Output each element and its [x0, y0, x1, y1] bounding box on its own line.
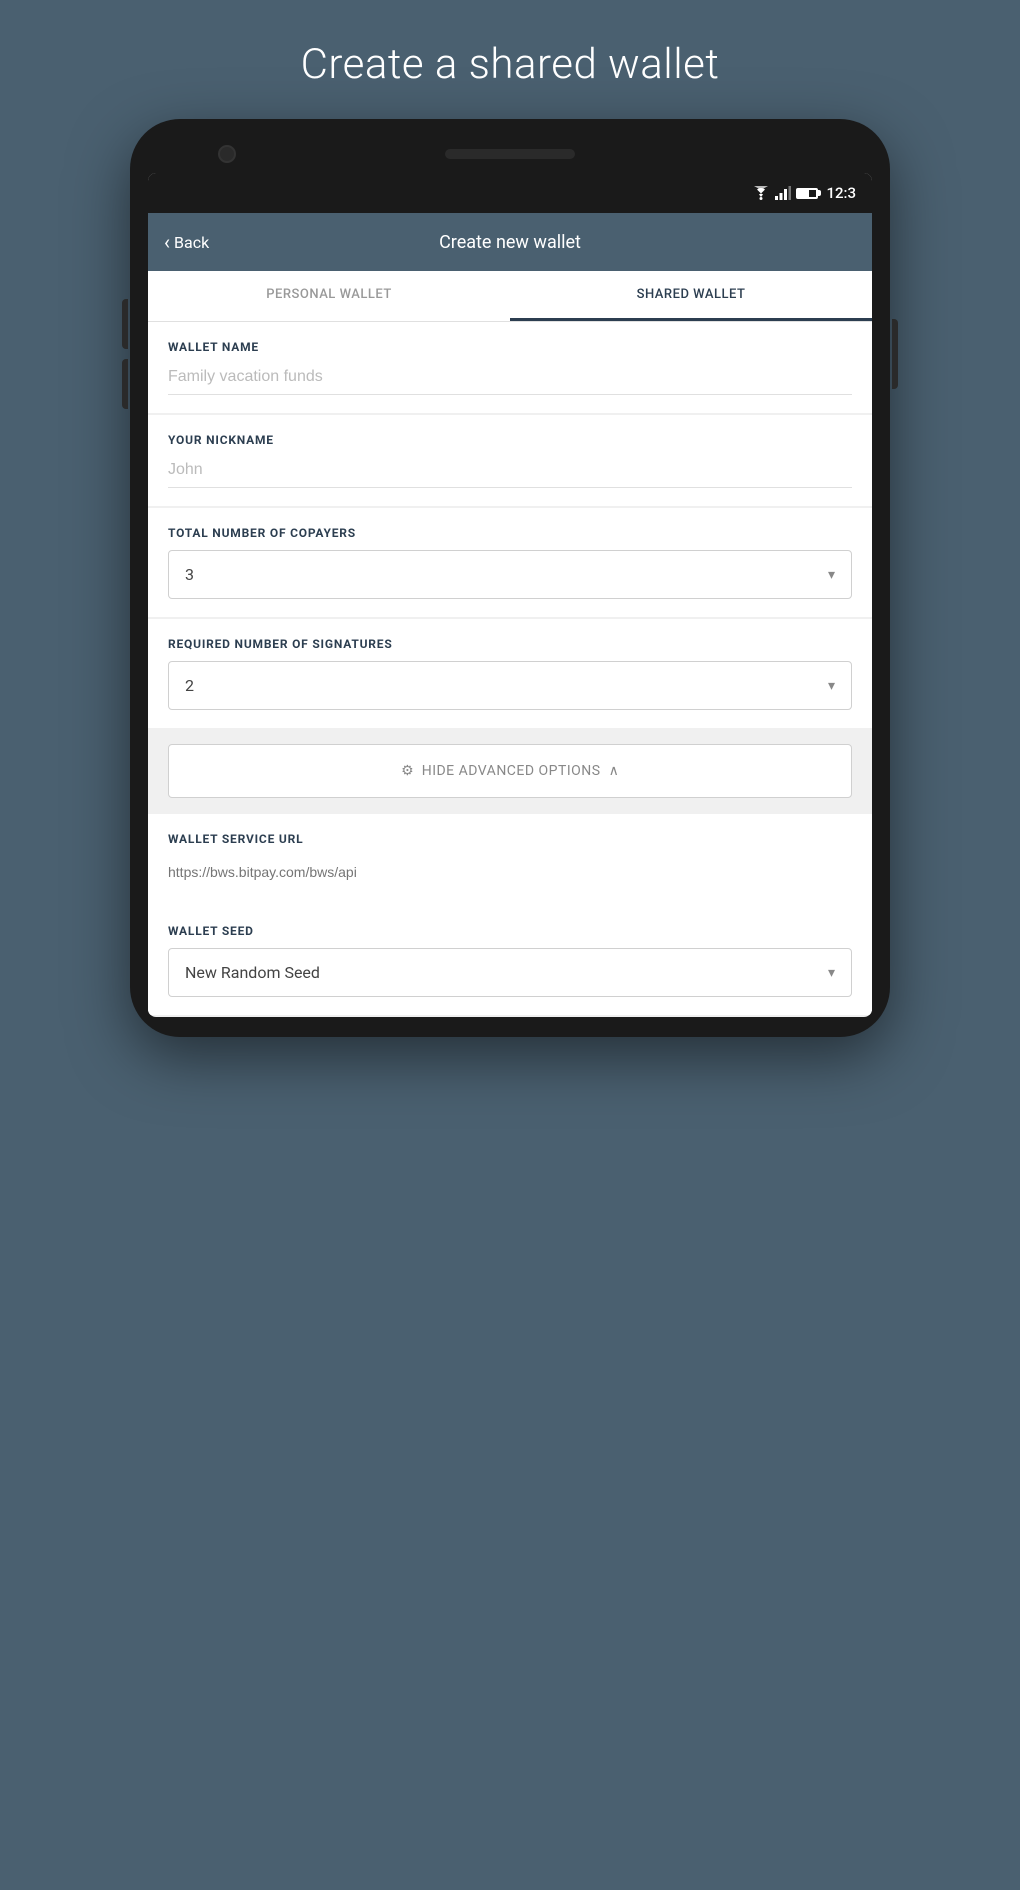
page-title: Create a shared wallet	[301, 40, 720, 89]
signatures-dropdown-arrow-icon: ▾	[828, 678, 835, 694]
copayers-dropdown[interactable]: 3 ▾	[168, 550, 852, 599]
phone-speaker	[445, 149, 575, 159]
status-icons	[752, 186, 818, 200]
wallet-seed-dropdown-arrow-icon: ▾	[828, 965, 835, 981]
hide-advanced-options-button[interactable]: ⚙ HIDE ADVANCED OPTIONS ∧	[168, 744, 852, 798]
wallet-name-section: WALLET NAME	[148, 322, 872, 413]
wallet-name-input[interactable]	[168, 364, 852, 395]
signatures-section: REQUIRED NUMBER OF SIGNATURES 2 ▾	[148, 619, 872, 728]
gear-icon: ⚙	[401, 763, 414, 779]
nickname-section: YOUR NICKNAME	[148, 415, 872, 506]
wallet-seed-value: New Random Seed	[185, 963, 320, 982]
chevron-up-icon: ∧	[609, 763, 619, 779]
nickname-input[interactable]	[168, 457, 852, 488]
phone-top	[148, 139, 872, 173]
copayers-value: 3	[185, 565, 194, 584]
tab-shared[interactable]: SHARED WALLET	[510, 271, 872, 321]
copayers-label: TOTAL NUMBER OF COPAYERS	[168, 526, 852, 540]
battery-icon	[796, 188, 818, 199]
signatures-dropdown[interactable]: 2 ▾	[168, 661, 852, 710]
phone-frame: 12:3 ‹ Back Create new wallet PERSONAL W…	[130, 119, 890, 1037]
app-header: ‹ Back Create new wallet	[148, 213, 872, 271]
phone-camera	[218, 145, 236, 163]
service-url-section: WALLET SERVICE URL	[148, 814, 872, 906]
signatures-label: REQUIRED NUMBER OF SIGNATURES	[168, 637, 852, 651]
status-time: 12:3	[826, 184, 856, 202]
back-label: Back	[174, 233, 209, 252]
header-title: Create new wallet	[439, 232, 581, 253]
nickname-label: YOUR NICKNAME	[168, 433, 852, 447]
wallet-seed-section: WALLET SEED New Random Seed ▾	[148, 906, 872, 1015]
status-bar: 12:3	[148, 173, 872, 213]
wifi-icon	[752, 186, 770, 200]
phone-screen: 12:3 ‹ Back Create new wallet PERSONAL W…	[148, 173, 872, 1017]
copayers-section: TOTAL NUMBER OF COPAYERS 3 ▾	[148, 508, 872, 617]
service-url-input[interactable]	[168, 856, 852, 888]
form-content: WALLET NAME YOUR NICKNAME TOTAL NUMBER O…	[148, 322, 872, 1015]
advanced-options-label: HIDE ADVANCED OPTIONS	[422, 763, 601, 779]
back-button[interactable]: ‹ Back	[164, 230, 209, 254]
service-url-label: WALLET SERVICE URL	[168, 832, 852, 846]
tab-personal[interactable]: PERSONAL WALLET	[148, 271, 510, 321]
copayers-dropdown-arrow-icon: ▾	[828, 567, 835, 583]
wallet-seed-label: WALLET SEED	[168, 924, 852, 938]
wallet-seed-dropdown[interactable]: New Random Seed ▾	[168, 948, 852, 997]
tab-bar: PERSONAL WALLET SHARED WALLET	[148, 271, 872, 322]
wallet-name-label: WALLET NAME	[168, 340, 852, 354]
signatures-value: 2	[185, 676, 194, 695]
signal-icon	[775, 186, 791, 200]
back-chevron-icon: ‹	[164, 230, 170, 254]
